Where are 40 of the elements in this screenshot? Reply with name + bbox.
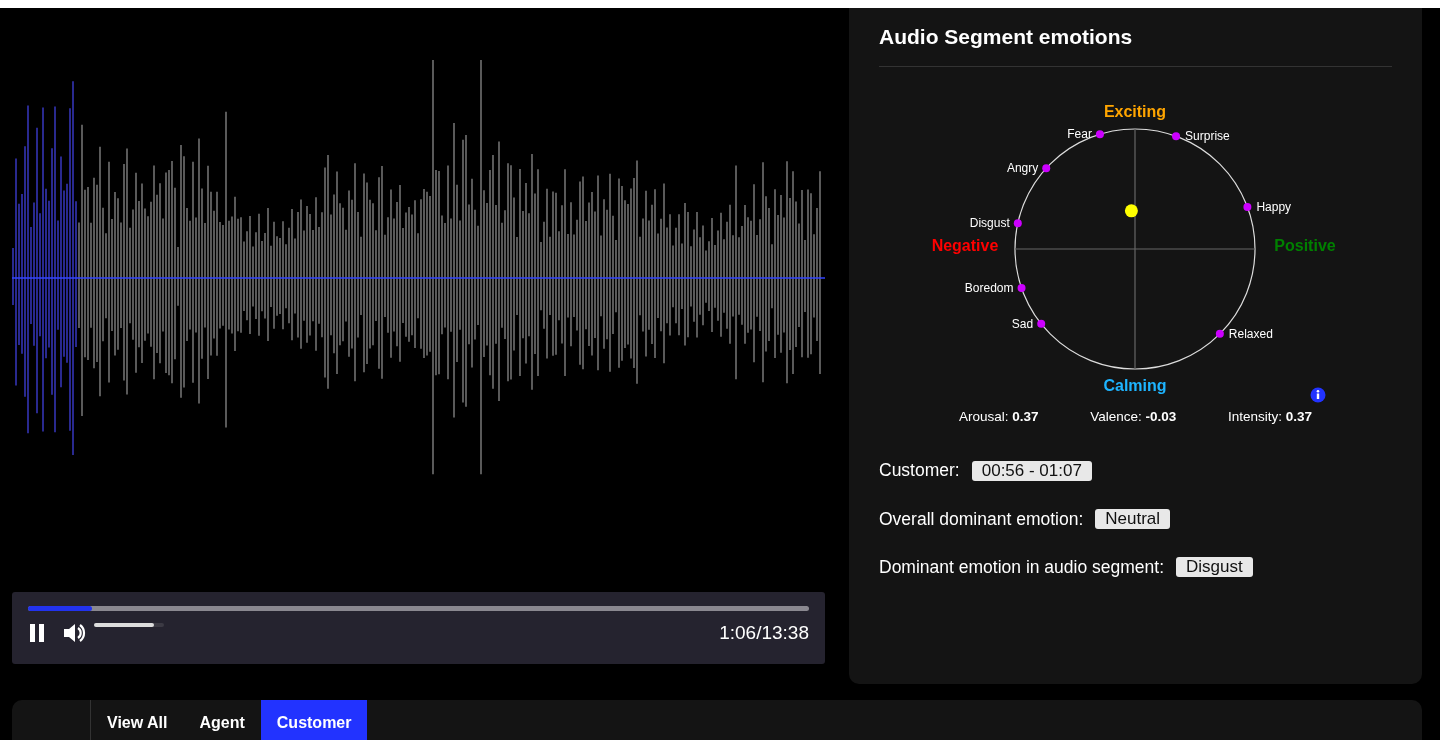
emotion-label: Happy — [1256, 200, 1292, 215]
emotion-label: Relaxed — [1228, 327, 1273, 342]
emotion-label: Boredom — [964, 281, 1014, 296]
reading-text: Arousal: 0.37 — [959, 408, 1039, 427]
axis-label: Calming — [1103, 377, 1167, 395]
emotion-marker — [1243, 203, 1252, 212]
emotion-marker — [1215, 330, 1224, 339]
emotion-position-dot — [1124, 204, 1138, 218]
panel-title: Audio Segment emotions — [879, 24, 1392, 68]
emotion-label: Fear — [1067, 127, 1092, 142]
detail-label: Customer: — [879, 459, 960, 483]
waveform-drawing[interactable] — [12, 59, 825, 475]
playback-time: 1:06/13:38 — [719, 621, 809, 645]
filter-tab[interactable]: Agent — [183, 700, 261, 740]
axis-label: Positive — [1274, 237, 1336, 255]
emotion-marker — [1172, 132, 1181, 141]
detail-label: Dominant emotion in audio segment: — [879, 555, 1165, 579]
emotion-label: Disgust — [969, 216, 1010, 231]
emotion-marker — [1013, 219, 1022, 228]
emotion-label: Sad — [1011, 317, 1034, 332]
detail-value: 00:56 - 01:07 — [971, 460, 1092, 481]
axis-label: Exciting — [1103, 103, 1167, 121]
detail-value: Disgust — [1176, 557, 1253, 578]
filter-tab[interactable]: Customer — [260, 700, 368, 740]
emotion-marker — [1017, 284, 1026, 293]
progress-track[interactable] — [28, 606, 809, 611]
emotion-marker — [1037, 320, 1046, 329]
emotion-label: Angry — [1006, 161, 1039, 176]
axis-label: Negative — [931, 237, 999, 255]
reading-text: Intensity: 0.37 — [1227, 408, 1312, 427]
detail-label: Overall dominant emotion: — [879, 507, 1084, 531]
emotion-marker — [1095, 130, 1104, 139]
reading-text: Valence: -0.03 — [1090, 408, 1177, 427]
emotion-marker — [1042, 164, 1051, 173]
volume-icon[interactable] — [62, 622, 86, 645]
emotion-label: Surprise — [1185, 129, 1230, 144]
filter-tab[interactable]: View All — [91, 700, 184, 740]
info-icon[interactable] — [1310, 387, 1326, 403]
detail-value: Neutral — [1095, 508, 1171, 529]
pause-button[interactable] — [28, 623, 46, 644]
